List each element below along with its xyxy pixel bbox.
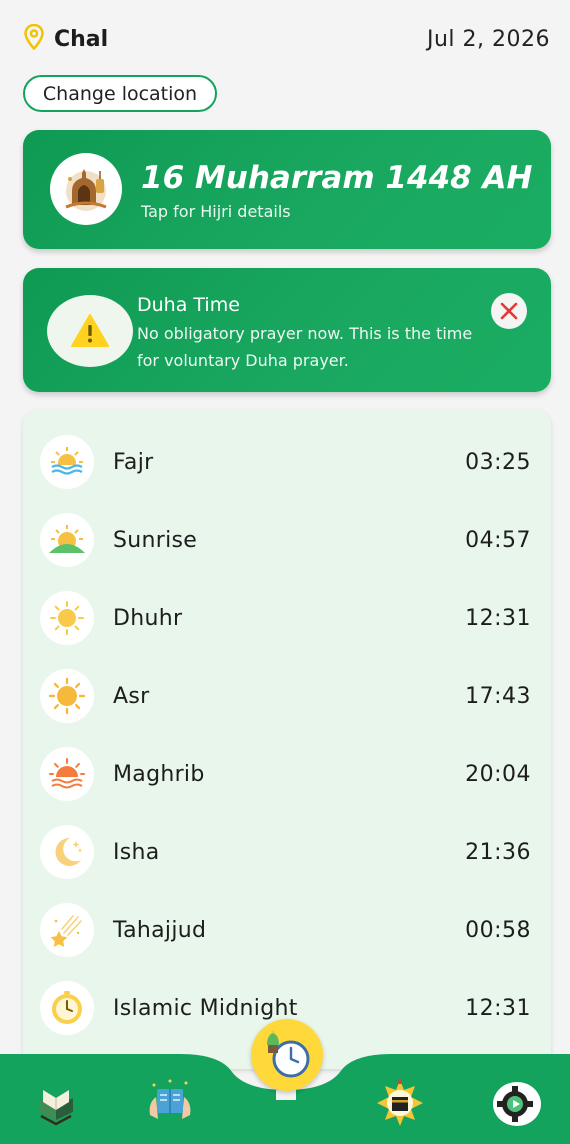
prayer-name: Isha	[113, 839, 160, 865]
prayer-row-fajr[interactable]: Fajr 03:25	[23, 423, 551, 501]
clock-icon	[40, 981, 94, 1035]
prayer-name: Sunrise	[113, 527, 198, 553]
prayer-time: 17:43	[465, 683, 531, 709]
prayer-times-list: Fajr 03:25 Sunrise 04:57 Dhuhr 12:31 Asr…	[23, 409, 551, 1069]
nav-dua[interactable]	[141, 1074, 199, 1132]
prayer-clock-icon	[267, 1030, 310, 1078]
prayer-time: 12:31	[465, 605, 531, 631]
nav-settings[interactable]	[488, 1074, 546, 1132]
prayer-name: Dhuhr	[113, 605, 183, 631]
prayer-row-sunrise[interactable]: Sunrise 04:57	[23, 501, 551, 579]
prayer-row-isha[interactable]: Isha 21:36	[23, 813, 551, 891]
nav-quran[interactable]	[27, 1074, 85, 1132]
prayer-time: 12:31	[465, 995, 531, 1021]
prayer-time: 04:57	[465, 527, 531, 553]
alert-title: Duha Time	[137, 294, 240, 316]
dua-reading-icon	[149, 1079, 191, 1119]
prayer-row-maghrib[interactable]: Maghrib 20:04	[23, 735, 551, 813]
quran-icon	[39, 1090, 73, 1126]
close-alert-button[interactable]	[491, 293, 527, 329]
prayer-row-tahajjud[interactable]: Tahajjud 00:58	[23, 891, 551, 969]
prayer-time: 21:36	[465, 839, 531, 865]
hijri-date-card[interactable]: 16 Muharram 1448 AH Tap for Hijri detail…	[23, 130, 551, 249]
prayer-time: 03:25	[465, 449, 531, 475]
prayer-name: Tahajjud	[113, 917, 207, 943]
current-date: Jul 2, 2026	[426, 26, 550, 52]
hijri-date: 16 Muharram 1448 AH	[141, 160, 533, 196]
settings-icon	[493, 1082, 541, 1126]
prayer-row-dhuhr[interactable]: Dhuhr 12:31	[23, 579, 551, 657]
prayer-time: 20:04	[465, 761, 531, 787]
prayer-time: 00:58	[465, 917, 531, 943]
kaaba-compass-icon	[377, 1080, 423, 1126]
header: Chal Jul 2, 2026	[24, 22, 550, 56]
nav-qibla[interactable]	[371, 1074, 429, 1132]
sunset-icon	[40, 747, 94, 801]
prayer-row-asr[interactable]: Asr 17:43	[23, 657, 551, 735]
sunrise-hill-icon	[40, 513, 94, 567]
crescent-moon-icon	[40, 825, 94, 879]
alert-body: No obligatory prayer now. This is the ti…	[137, 324, 473, 370]
location[interactable]: Chal	[24, 23, 109, 54]
prayer-name: Islamic Midnight	[113, 995, 298, 1021]
sun-icon	[40, 591, 94, 645]
prayer-times-fab[interactable]	[251, 1019, 323, 1091]
hijri-subtitle: Tap for Hijri details	[141, 202, 291, 221]
prayer-name: Fajr	[113, 449, 154, 475]
change-location-button[interactable]: Change location	[23, 75, 217, 112]
warning-icon	[47, 295, 133, 367]
close-icon	[500, 302, 518, 320]
sunrise-water-icon	[40, 435, 94, 489]
prayer-name: Asr	[113, 683, 150, 709]
mosque-lantern-icon	[50, 153, 122, 225]
shooting-stars-icon	[40, 903, 94, 957]
duha-alert-card: Duha Time No obligatory prayer now. This…	[23, 268, 551, 392]
sun-bright-icon	[40, 669, 94, 723]
location-pin-icon	[24, 23, 44, 54]
prayer-name: Maghrib	[113, 761, 205, 787]
location-name: Chal	[54, 26, 109, 52]
